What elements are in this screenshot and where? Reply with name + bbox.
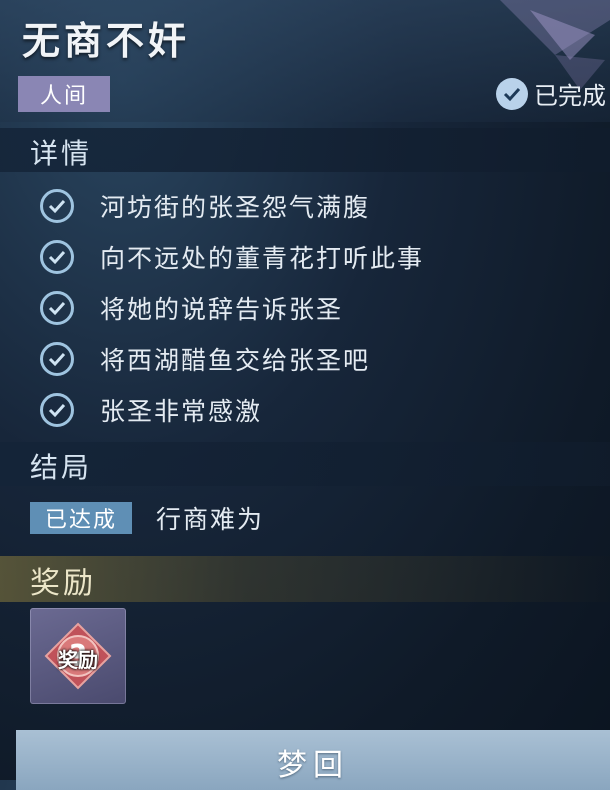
checkmark-icon — [40, 341, 74, 376]
quest-status: 已完成 — [496, 76, 606, 111]
objective-item: 将她的说辞告诉张圣 — [40, 282, 424, 333]
objective-text: 河坊街的张圣怨气满腹 — [100, 192, 371, 222]
check-circle-icon — [496, 77, 528, 110]
objective-text: 将她的说辞告诉张圣 — [100, 294, 344, 324]
objective-text: 张圣非常感激 — [100, 396, 263, 426]
status-label: 已完成 — [534, 82, 606, 110]
objective-item: 河坊街的张圣怨气满腹 — [40, 180, 424, 231]
reward-item-label: 奖励 — [58, 648, 98, 672]
quest-detail-panel: 无商不奸 人间 已完成 详情 河坊街的张圣怨气满腹 向不远处的董青花打听此事 将… — [0, 0, 610, 790]
objective-item: 向不远处的董青花打听此事 — [40, 231, 424, 282]
dream-back-button[interactable]: 梦回 — [16, 730, 610, 790]
quest-title: 无商不奸 — [22, 19, 191, 63]
realm-tag: 人间 — [18, 76, 110, 112]
checkmark-icon — [40, 239, 74, 274]
ending-status-tag: 已达成 — [30, 502, 132, 534]
details-section-title: 详情 — [30, 137, 93, 170]
objective-text: 向不远处的董青花打听此事 — [100, 243, 425, 273]
checkmark-icon — [40, 188, 74, 223]
objective-item: 张圣非常感激 — [40, 384, 424, 435]
objective-item: 将西湖醋鱼交给张圣吧 — [40, 333, 424, 384]
objective-text: 将西湖醋鱼交给张圣吧 — [100, 345, 371, 375]
checkmark-icon — [40, 290, 74, 325]
checkmark-icon — [40, 392, 74, 427]
rewards-section-title: 奖励 — [30, 566, 96, 601]
reward-item-slot[interactable]: ? 奖励 — [30, 608, 126, 704]
objective-list: 河坊街的张圣怨气满腹 向不远处的董青花打听此事 将她的说辞告诉张圣 将西湖醋鱼交… — [40, 180, 424, 435]
ending-name: 行商难为 — [156, 505, 265, 534]
ending-section-title: 结局 — [30, 451, 93, 484]
ending-row: 已达成 行商难为 — [30, 500, 264, 536]
